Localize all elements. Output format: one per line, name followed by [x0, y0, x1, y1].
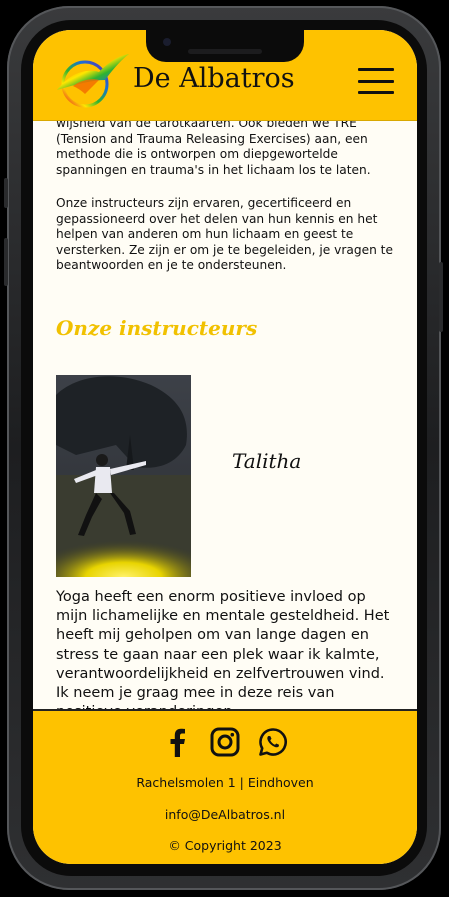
intro-paragraph: Onze instructeurs zijn ervaren, gecertif… [56, 196, 393, 273]
main-content: wijsheid van de tarotkaarten. Ook bieden… [33, 120, 417, 712]
volume-button [4, 178, 8, 208]
albatross-rainbow-logo-icon[interactable] [55, 50, 129, 112]
instructor-bio: Yoga heeft een enorm positieve invloed o… [56, 589, 390, 712]
menu-bar [358, 68, 394, 71]
site-footer: Rachelsmolen 1 | Eindhoven info@DeAlbatr… [33, 709, 417, 864]
footer-copyright: © Copyright 2023 [168, 838, 282, 853]
instructor-photo [56, 375, 191, 577]
footer-address: Rachelsmolen 1 | Eindhoven [136, 775, 314, 790]
social-links [33, 727, 417, 757]
phone-screen: De Albatros wijsheid van de tarotkaarten… [33, 30, 417, 864]
volume-button [4, 238, 8, 286]
speaker-grille [188, 49, 262, 54]
whatsapp-icon[interactable] [258, 727, 288, 757]
power-button [439, 262, 443, 332]
hamburger-menu-icon[interactable] [358, 68, 394, 94]
menu-bar [358, 91, 394, 94]
footer-email[interactable]: info@DeAlbatros.nl [33, 807, 417, 822]
intro-paragraph: wijsheid van de tarotkaarten. Ook bieden… [56, 120, 371, 177]
notch [146, 30, 304, 62]
facebook-icon[interactable] [162, 727, 192, 757]
instagram-icon[interactable] [210, 727, 240, 757]
brand-name[interactable]: De Albatros [133, 63, 295, 94]
front-camera [163, 38, 171, 46]
menu-bar [358, 79, 394, 83]
instructor-name: Talitha [232, 449, 302, 473]
section-title: Onze instructeurs [56, 316, 258, 340]
